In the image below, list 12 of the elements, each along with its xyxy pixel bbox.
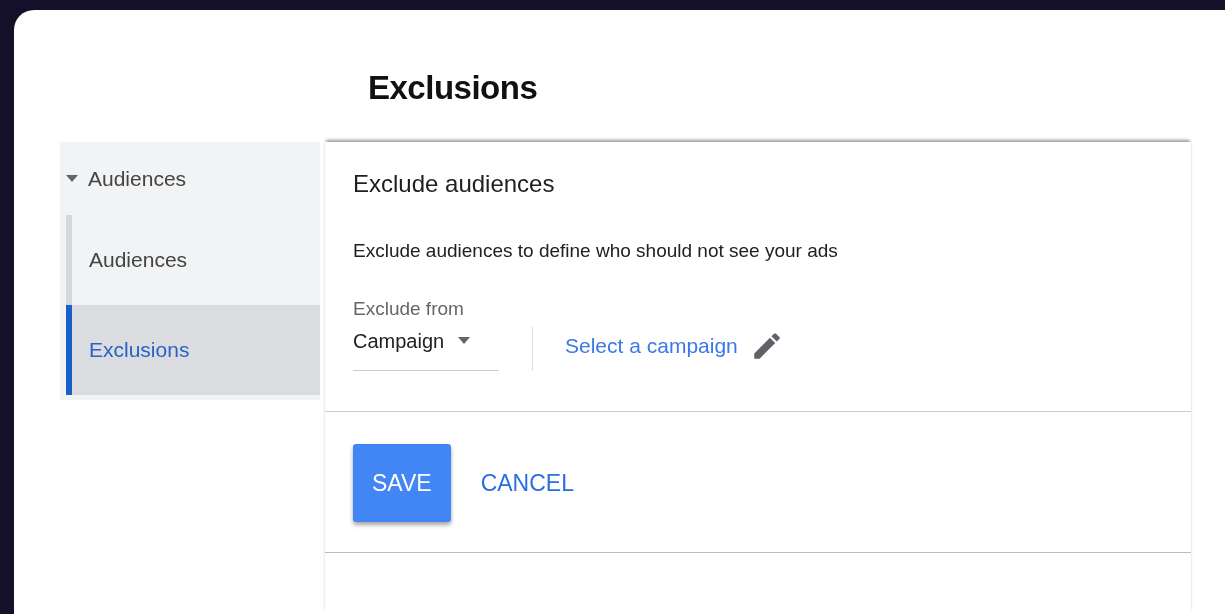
- section-heading: Exclude audiences: [353, 170, 556, 199]
- description-text: Exclude audiences to define who should not see your ads: [353, 238, 839, 263]
- select-campaign-link[interactable]: Select a campaign: [565, 328, 784, 371]
- caret-icon: [66, 174, 78, 183]
- caret-icon: [458, 336, 471, 345]
- cancel-button[interactable]: CANCEL: [480, 465, 574, 501]
- field-label: Exclude from: [353, 297, 465, 322]
- page-title: Exclusions: [367, 68, 539, 108]
- level-dropdown[interactable]: Campaign: [353, 323, 499, 371]
- sidebar-group[interactable]: Audiences: [60, 142, 320, 215]
- save-button[interactable]: SAVE: [353, 443, 451, 523]
- sidebar-item[interactable]: Exclusions: [66, 305, 320, 395]
